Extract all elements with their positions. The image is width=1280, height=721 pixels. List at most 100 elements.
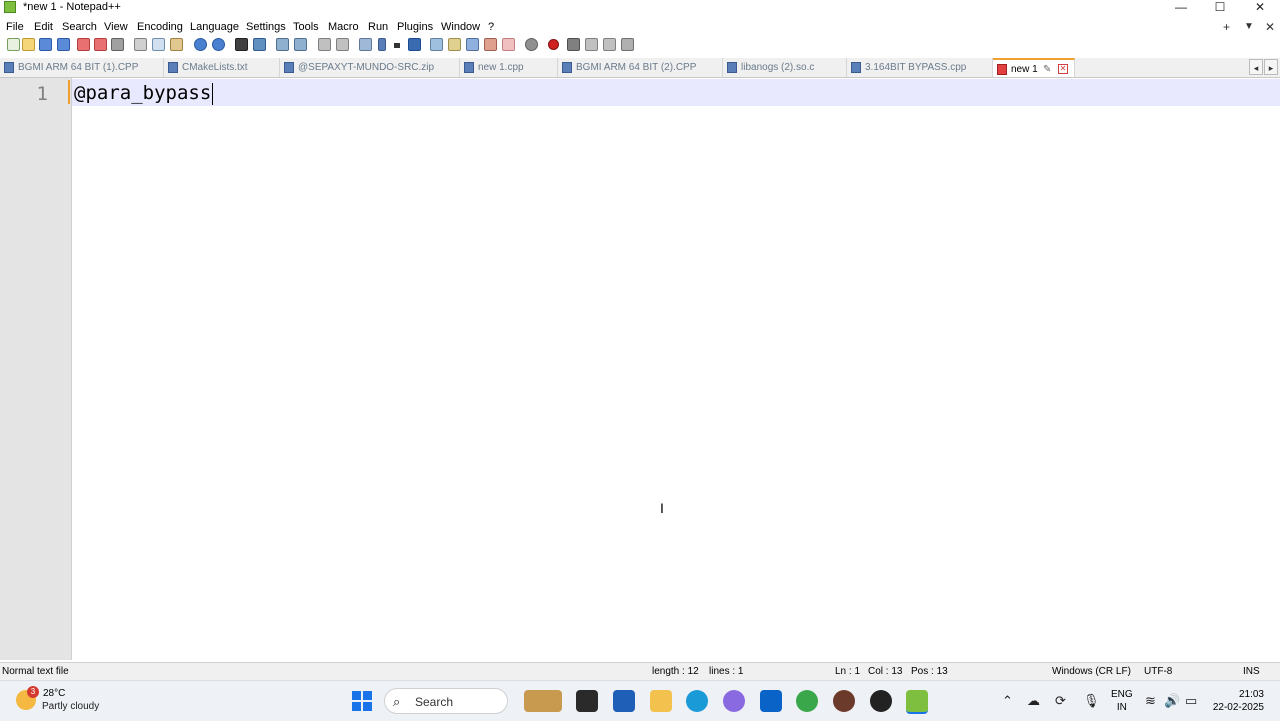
- battery-icon[interactable]: ▭: [1185, 693, 1197, 709]
- code-line[interactable]: @para_bypass: [74, 81, 214, 105]
- system-clock[interactable]: 21:03 22-02-2025: [1208, 688, 1264, 714]
- menu-plugins[interactable]: Plugins: [397, 19, 433, 36]
- chevron-down-icon[interactable]: [394, 43, 400, 48]
- status-line: Ln : 1: [835, 666, 861, 677]
- copilot-icon[interactable]: [723, 690, 745, 712]
- menu-view[interactable]: View: [104, 19, 128, 36]
- tab-cmakelists[interactable]: CMakeLists.txt: [164, 58, 280, 77]
- tab-new-1-cpp[interactable]: new 1.cpp: [460, 58, 558, 77]
- close-document-icon[interactable]: ✕: [1265, 19, 1275, 35]
- print-icon[interactable]: [111, 38, 124, 51]
- undo-icon[interactable]: [194, 38, 207, 51]
- record-macro-icon[interactable]: [548, 39, 559, 50]
- git-app-icon[interactable]: [870, 690, 892, 712]
- tab-bgmi-arm-64-bit-2[interactable]: BGMI ARM 64 BIT (2).CPP: [558, 58, 723, 77]
- menu-search[interactable]: Search: [62, 19, 97, 36]
- close-tab-icon[interactable]: ✕: [1058, 64, 1068, 74]
- chevron-up-icon[interactable]: ⌃: [1002, 693, 1013, 709]
- tab-list-dropdown-icon[interactable]: ▼: [1244, 19, 1254, 35]
- redo-icon[interactable]: [212, 38, 225, 51]
- open-file-icon[interactable]: [22, 38, 35, 51]
- sync-horizontal-icon[interactable]: [336, 38, 349, 51]
- tab-label: new 1: [1011, 64, 1038, 75]
- new-file-icon[interactable]: [7, 38, 20, 51]
- word-wrap-icon[interactable]: [359, 38, 372, 51]
- wifi-icon[interactable]: ≋: [1145, 693, 1156, 709]
- menu-edit[interactable]: Edit: [34, 19, 53, 36]
- find-icon[interactable]: [235, 38, 248, 51]
- zoom-out-icon[interactable]: [294, 38, 307, 51]
- play-macro-icon[interactable]: [585, 38, 598, 51]
- tab-scroll-right-icon[interactable]: ▸: [1264, 59, 1278, 75]
- editor-area[interactable]: 1 @para_bypass: [0, 78, 1280, 660]
- cut-icon[interactable]: [134, 38, 147, 51]
- folder-workspace-icon[interactable]: [502, 38, 515, 51]
- menu-encoding[interactable]: Encoding: [137, 19, 183, 36]
- copy-icon[interactable]: [152, 38, 165, 51]
- show-all-characters-icon[interactable]: [378, 38, 386, 51]
- taskbar: 3 28°C Partly cloudy ⌕ Search ⌃ ☁ ⟳ 🎙 EN…: [0, 680, 1280, 721]
- menu-tools[interactable]: Tools: [293, 19, 319, 36]
- status-position: Pos : 13: [911, 666, 948, 677]
- notepadpp-taskbar-icon[interactable]: [906, 690, 928, 714]
- volume-icon[interactable]: 🔊: [1164, 693, 1180, 709]
- sync-vertical-icon[interactable]: [318, 38, 331, 51]
- document-map-icon[interactable]: [448, 38, 461, 51]
- pin-icon[interactable]: ✎: [1043, 60, 1051, 77]
- tab-sepaxyt-mundo-src[interactable]: @SEPAXYT-MUNDO-SRC.zip: [280, 58, 460, 77]
- close-all-icon[interactable]: [94, 38, 107, 51]
- taskbar-search-box[interactable]: ⌕ Search: [384, 688, 508, 714]
- close-file-icon[interactable]: [77, 38, 90, 51]
- save-icon[interactable]: [39, 38, 52, 51]
- tab-label: BGMI ARM 64 BIT (1).CPP: [18, 62, 139, 73]
- zoom-in-icon[interactable]: [276, 38, 289, 51]
- paste-icon[interactable]: [170, 38, 183, 51]
- chrome-icon[interactable]: [796, 690, 818, 712]
- user-language-icon[interactable]: [430, 38, 443, 51]
- edge-browser-icon[interactable]: [686, 690, 708, 712]
- weather-description[interactable]: Partly cloudy: [42, 701, 99, 712]
- menu-file[interactable]: File: [6, 19, 24, 36]
- start-windows-icon[interactable]: [352, 691, 372, 711]
- indent-guide-icon[interactable]: [408, 38, 421, 51]
- file-explorer-icon[interactable]: [650, 690, 672, 712]
- run-macro-multiple-icon[interactable]: [603, 38, 616, 51]
- outlook-icon[interactable]: [760, 690, 782, 712]
- menu-macro[interactable]: Macro: [328, 19, 359, 36]
- save-all-icon[interactable]: [57, 38, 70, 51]
- microphone-icon[interactable]: 🎙: [1083, 693, 1100, 709]
- weather-badge: 3: [27, 686, 39, 698]
- tab-scroll-left-icon[interactable]: ◂: [1249, 59, 1263, 75]
- widgets-app-icon[interactable]: [524, 690, 562, 712]
- weather-temperature[interactable]: 28°C: [43, 688, 65, 699]
- replace-icon[interactable]: [253, 38, 266, 51]
- game-app-icon[interactable]: [833, 690, 855, 712]
- status-insert-mode[interactable]: INS: [1243, 663, 1260, 681]
- menu-run[interactable]: Run: [368, 19, 388, 36]
- sync-icon[interactable]: ⟳: [1055, 693, 1066, 709]
- tab-label: BGMI ARM 64 BIT (2).CPP: [576, 62, 697, 73]
- status-encoding[interactable]: UTF-8: [1144, 663, 1172, 681]
- function-list-icon[interactable]: [484, 38, 497, 51]
- tab-3164bit-bypass[interactable]: 3.164BIT BYPASS.cpp: [847, 58, 993, 77]
- document-list-icon[interactable]: [466, 38, 479, 51]
- tab-libanogs[interactable]: libanogs (2).so.c: [723, 58, 847, 77]
- menu-settings[interactable]: Settings: [246, 19, 286, 36]
- menu-window[interactable]: Window: [441, 19, 480, 36]
- close-button[interactable]: ✕: [1245, 0, 1275, 16]
- tab-new-1-active[interactable]: new 1 ✎ ✕: [993, 58, 1075, 77]
- save-macro-icon[interactable]: [621, 38, 634, 51]
- microsoft-store-icon[interactable]: [613, 690, 635, 712]
- task-view-icon[interactable]: [576, 690, 598, 712]
- minimize-button[interactable]: —: [1166, 0, 1196, 16]
- onedrive-icon[interactable]: ☁: [1027, 693, 1040, 709]
- monitoring-icon[interactable]: [525, 38, 538, 51]
- menu-language[interactable]: Language: [190, 19, 239, 36]
- tab-bgmi-arm-64-bit-1[interactable]: BGMI ARM 64 BIT (1).CPP: [0, 58, 164, 77]
- stop-macro-icon[interactable]: [567, 38, 580, 51]
- maximize-button[interactable]: ☐: [1205, 0, 1235, 16]
- status-eol[interactable]: Windows (CR LF): [1052, 663, 1131, 681]
- input-language[interactable]: ENG IN: [1111, 688, 1133, 714]
- add-tab-icon[interactable]: +: [1223, 19, 1230, 35]
- menu-help[interactable]: ?: [488, 19, 494, 36]
